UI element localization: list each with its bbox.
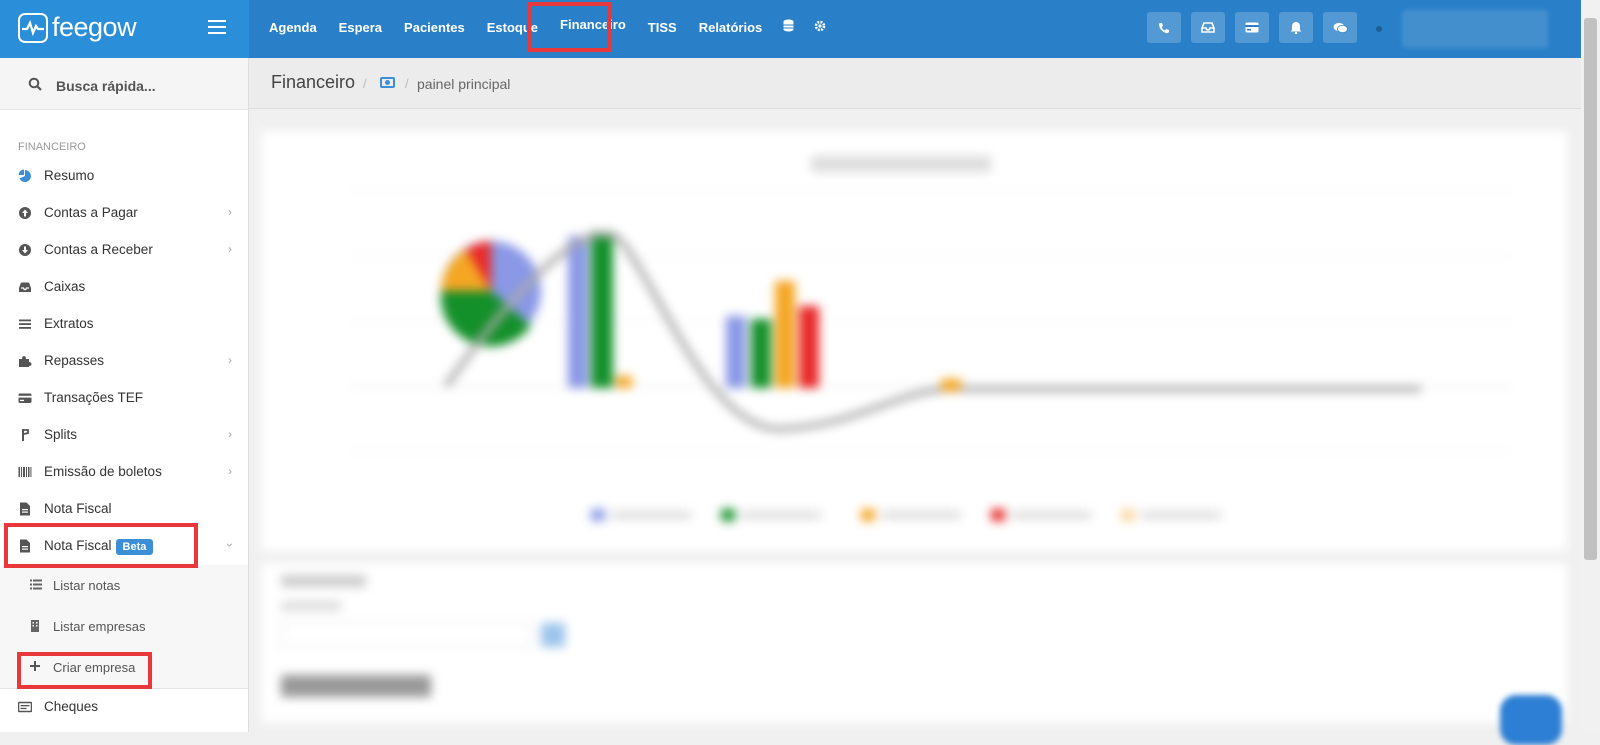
blurred-balance-block [280,575,565,697]
chevron-right-icon: › [228,242,232,256]
hamburger-menu-icon[interactable] [208,20,226,34]
chevron-right-icon: › [228,353,232,367]
nav-tiss[interactable]: TISS [637,0,688,58]
breadcrumb-current: painel principal [417,76,511,92]
sidebar-menu: Resumo Contas a Pagar › Contas a Receber… [0,158,248,725]
nav-espera[interactable]: Espera [328,0,393,58]
nav-pacientes[interactable]: Pacientes [393,0,476,58]
highlight-financeiro [527,2,611,52]
chat-icon[interactable] [1323,12,1357,43]
split-icon [22,429,29,441]
database-icon[interactable] [773,0,804,58]
highlight-nota-fiscal-beta [4,523,198,568]
sidebar-item-transacoes-tef[interactable]: Transações TEF [0,380,248,417]
file-icon [20,502,30,516]
nav-relatorios[interactable]: Relatórios [688,0,774,58]
sidebar-item-contas-a-pagar[interactable]: Contas a Pagar › [0,195,248,232]
feegow-logo-icon[interactable] [18,13,48,43]
submenu-listar-notas[interactable]: Listar notas [0,565,248,606]
chevron-right-icon: › [228,464,232,478]
bell-icon[interactable] [1279,12,1313,43]
scrollbar-thumb[interactable] [1584,18,1597,560]
barcode-icon [18,467,32,477]
user-profile-blurred[interactable] [1402,10,1548,48]
search-icon [28,77,42,91]
sidebar: Busca rápida... FINANCEIRO Resumo Contas… [0,58,249,732]
chat-floating-button[interactable] [1500,695,1562,745]
sidebar-item-resumo[interactable]: Resumo [0,158,248,195]
sidebar-item-cheques[interactable]: Cheques [0,688,248,725]
main-content: Financeiro / / painel principal [249,58,1581,732]
arrow-down-circle-icon [19,244,31,256]
chevron-right-icon: › [228,205,232,219]
balance-card-blurred [261,563,1567,723]
money-icon[interactable] [380,77,395,88]
inbox-icon [19,282,31,292]
top-navbar: feegow Agenda Espera Pacientes Estoque F… [0,0,1581,58]
sidebar-item-caixas[interactable]: Caixas [0,269,248,306]
status-dot [1376,26,1382,32]
sidebar-item-emissao-de-boletos[interactable]: Emissão de boletos › [0,454,248,491]
sidebar-item-repasses[interactable]: Repasses › [0,343,248,380]
sidebar-section-title: FINANCEIRO [18,141,86,153]
nav-agenda[interactable]: Agenda [258,0,328,58]
list-icon [19,319,31,329]
sidebar-item-splits[interactable]: Splits › [0,417,248,454]
list-icon [30,579,42,590]
brand-name[interactable]: feegow [52,12,137,43]
phone-icon[interactable] [1147,12,1181,43]
chevron-down-icon: › [223,543,237,547]
credit-card-icon [18,393,32,403]
header-actions [1147,12,1367,43]
breadcrumb-separator: / [363,76,367,91]
chevron-right-icon: › [228,427,232,441]
quick-search[interactable]: Busca rápida... [0,58,248,110]
sidebar-item-contas-a-receber[interactable]: Contas a Receber › [0,232,248,269]
building-icon [31,620,39,632]
chart-card-blurred [261,131,1567,551]
inbox-icon[interactable] [1191,12,1225,43]
submenu-listar-empresas[interactable]: Listar empresas [0,606,248,647]
search-placeholder: Busca rápida... [56,78,156,94]
breadcrumb-separator: / [405,76,409,91]
brand-area: feegow [0,0,249,58]
highlight-criar-empresa [17,652,152,689]
pie-chart-icon [18,169,31,182]
breadcrumb: Financeiro / / painel principal [249,58,1581,109]
card-icon[interactable] [1235,12,1269,43]
sidebar-item-extratos[interactable]: Extratos [0,306,248,343]
money-icon [18,701,32,713]
puzzle-icon [19,356,32,367]
page-scrollbar[interactable] [1581,0,1600,732]
blurred-combo-chart [351,156,1511,521]
gear-icon[interactable] [804,0,836,58]
arrow-up-circle-icon [19,207,31,219]
page-title: Financeiro [271,72,356,92]
